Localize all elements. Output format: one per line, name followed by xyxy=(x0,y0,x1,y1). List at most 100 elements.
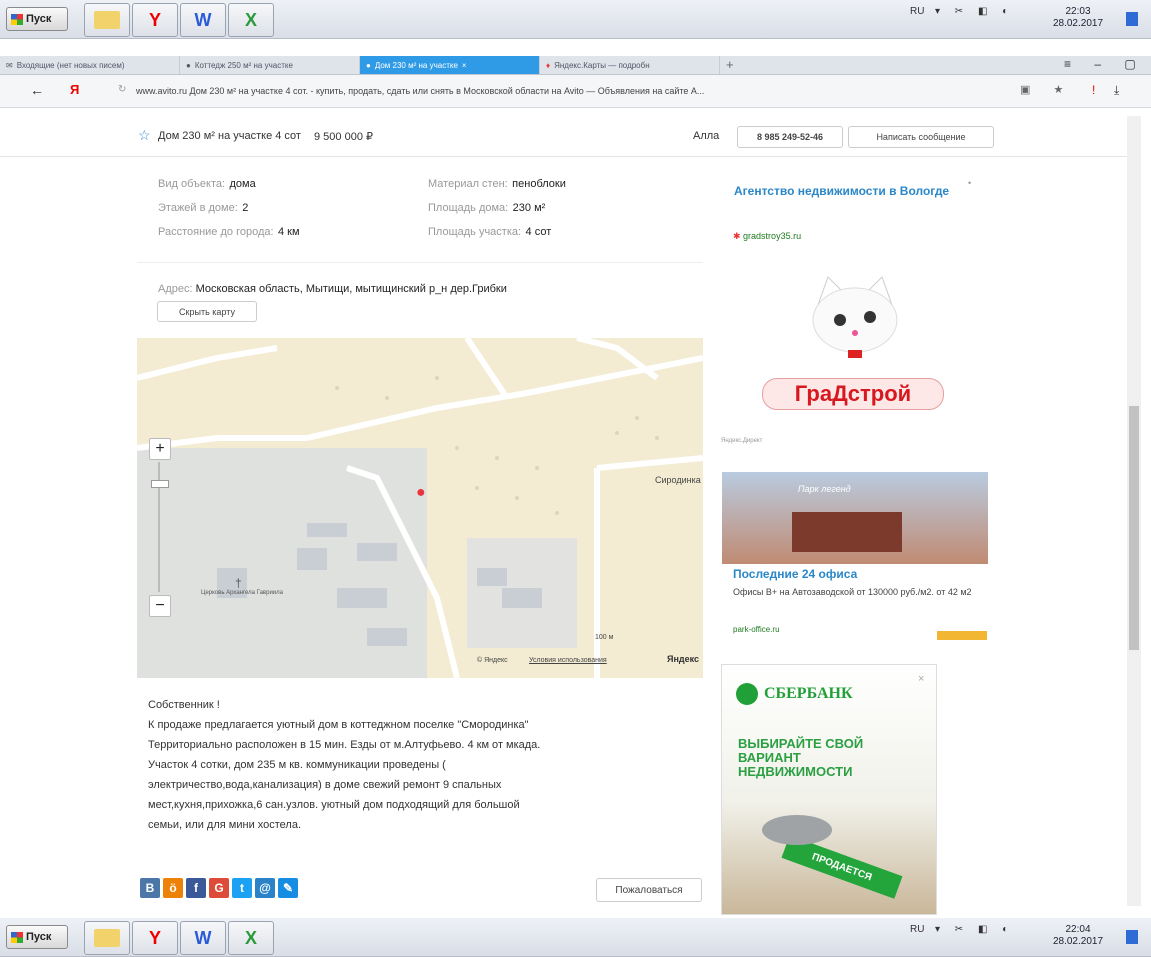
show-phone-button[interactable]: 8 985 249-52-46 xyxy=(737,126,843,148)
ad-header: ☆ Дом 230 м² на участке 4 сот 9 500 000 … xyxy=(0,116,1133,157)
tray-icons[interactable]: ▾ ✂ ◧ ◐ xyxy=(935,6,1015,17)
gradstroy-logo[interactable]: ГраДстрой xyxy=(762,378,944,410)
param-walls: Материал стен: пеноблоки xyxy=(428,178,566,190)
yandex-browser-icon[interactable]: Y xyxy=(132,3,178,37)
agency-ad-domain[interactable]: ✱ gradstroy35.ru xyxy=(733,231,801,242)
clock[interactable]: 22:03 28.02.2017 xyxy=(1048,6,1108,30)
tab-bar: ✉ Входящие (нет новых писем) ● Коттедж 250… xyxy=(0,56,1151,85)
bookmark-icon[interactable]: ! xyxy=(1092,83,1095,97)
zoom-slider-handle[interactable] xyxy=(151,480,169,488)
clock[interactable]: 22:04 28.02.2017 xyxy=(1048,924,1108,948)
office-banner-text: Парк легенд xyxy=(798,484,851,494)
building-shape xyxy=(792,512,902,552)
back-button[interactable]: ← xyxy=(30,82,44,98)
show-desktop-icon[interactable] xyxy=(1126,930,1138,944)
download-icon[interactable]: ⤓ xyxy=(1114,83,1119,98)
tab-close-icon[interactable]: × xyxy=(462,61,467,70)
map-pin-icon: ♦ xyxy=(546,60,551,70)
map[interactable]: + − ● Сиродинка † Церковь Архангела Гавр… xyxy=(137,338,703,678)
word-app-icon[interactable]: W xyxy=(180,3,226,37)
cat-mascot-image[interactable] xyxy=(800,275,910,360)
excel-app-icon[interactable]: X xyxy=(228,921,274,955)
param-floors: Этажей в доме: 2 xyxy=(158,202,249,214)
excel-app-icon[interactable]: X xyxy=(228,3,274,37)
sberbank-logo-icon xyxy=(736,683,758,705)
address-bar: ← Я ↻ www.avito.ru Дом 230 м² на участке… xyxy=(0,75,1151,108)
tab-house[interactable]: ● Дом 230 м² на участке × xyxy=(360,56,540,74)
param-plot-area: Площадь участка: 4 сот xyxy=(428,226,552,238)
language-indicator[interactable]: RU xyxy=(910,924,924,935)
folder-app-icon[interactable] xyxy=(84,921,130,955)
ad-title: Дом 230 м² на участке 4 сот xyxy=(158,130,301,142)
url-field[interactable]: www.avito.ru Дом 230 м² на участке 4 сот… xyxy=(136,86,704,96)
avito-icon: ● xyxy=(366,60,371,70)
ad-badge xyxy=(937,631,987,640)
scrollbar[interactable] xyxy=(1127,116,1141,906)
map-canvas xyxy=(137,338,703,678)
zoom-out-button[interactable]: − xyxy=(149,595,171,617)
mail-share-icon[interactable]: @ xyxy=(255,878,275,898)
yandex-direct-label: Яндекс.Директ xyxy=(721,438,763,444)
scrollbar-thumb[interactable] xyxy=(1129,406,1139,650)
windows-flag-icon xyxy=(11,13,23,25)
language-indicator[interactable]: RU xyxy=(910,6,924,17)
map-attribution: © Яндекс xyxy=(477,657,508,664)
hide-map-button[interactable]: Скрыть карту xyxy=(157,301,257,322)
yandex-logo-icon[interactable]: Я xyxy=(70,82,79,97)
church-icon: † xyxy=(235,576,242,590)
tray-icons[interactable]: ▾ ✂ ◧ ◐ xyxy=(935,924,1015,935)
param-distance: Расстояние до города: 4 км xyxy=(158,226,300,238)
map-place-label: Сиродинка xyxy=(655,475,701,485)
church-label: Церковь Архангела Гавриила xyxy=(201,590,283,596)
avito-icon: ● xyxy=(186,60,191,70)
tab-yandex-maps[interactable]: ♦ Яндекс.Карты — подробн xyxy=(540,56,720,74)
tab-mail[interactable]: ✉ Входящие (нет новых писем) xyxy=(0,56,180,74)
ad-price: 9 500 000 ₽ xyxy=(314,131,373,143)
ad-close-icon[interactable]: × xyxy=(918,673,924,685)
office-ad-text: Офисы В+ на Автозаводской от 130000 руб.… xyxy=(733,587,972,597)
write-message-button[interactable]: Написать сообщение xyxy=(848,126,994,148)
address-row: Адрес: Московская область, Мытищи, мытищ… xyxy=(158,283,507,295)
ad-menu-icon[interactable]: • xyxy=(968,178,971,188)
bottom-taskbar: Пуск Y W X RU ▾ ✂ ◧ ◐ 22:04 28.02.2017 xyxy=(0,918,1151,957)
param-house-area: Площадь дома: 230 м² xyxy=(428,202,546,214)
reload-icon[interactable]: ↻ xyxy=(118,84,126,95)
office-ad-image[interactable]: Парк легенд xyxy=(722,472,988,564)
word-app-icon[interactable]: W xyxy=(180,921,226,955)
twitter-share-icon[interactable]: t xyxy=(232,878,252,898)
start-button-bottom[interactable]: Пуск xyxy=(6,925,68,949)
top-taskbar: Пуск Y W X RU ▾ ✂ ◧ ◐ 22:03 28.02.2017 xyxy=(0,0,1151,39)
facebook-share-icon[interactable]: f xyxy=(186,878,206,898)
toolbar-icons[interactable]: ▣ ★ xyxy=(1020,83,1073,96)
map-terms-link[interactable]: Условия использования xyxy=(529,657,607,664)
start-button[interactable]: Пуск xyxy=(6,7,68,31)
description: Собственник ! К продаже предлагается уют… xyxy=(148,699,541,831)
show-desktop-icon[interactable] xyxy=(1126,12,1138,26)
zoom-in-button[interactable]: + xyxy=(149,438,171,460)
divider xyxy=(137,262,703,263)
lj-share-icon[interactable]: ✎ xyxy=(278,878,298,898)
sberbank-ad[interactable]: СБЕРБАНК × ВЫБИРАЙТЕ СВОЙ ВАРИАНТ НЕДВИЖ… xyxy=(721,664,937,915)
map-logo[interactable]: Яндекс xyxy=(667,654,699,664)
agency-ad-title[interactable]: Агентство недвижимости в Вологде xyxy=(734,184,954,199)
ok-share-icon[interactable]: ö xyxy=(163,878,183,898)
office-ad-domain[interactable]: park-office.ru xyxy=(733,625,780,634)
mail-icon: ✉ xyxy=(6,60,13,70)
seller-name[interactable]: Алла xyxy=(693,130,719,142)
new-tab-button[interactable]: + xyxy=(726,57,734,72)
windows-flag-icon xyxy=(11,931,23,943)
map-scale: 100 м xyxy=(595,634,614,641)
map-pin-icon[interactable]: ● xyxy=(416,484,426,502)
office-ad-title[interactable]: Последние 24 офиса xyxy=(733,567,857,581)
tab-cottage[interactable]: ● Коттедж 250 м² на участке xyxy=(180,56,360,74)
ad-pin-icon: ✱ xyxy=(733,231,744,241)
complain-button[interactable]: Пожаловаться xyxy=(596,878,702,902)
folder-app-icon[interactable] xyxy=(84,3,130,37)
favorite-star-icon[interactable]: ☆ xyxy=(138,127,151,144)
keys-image xyxy=(762,815,832,845)
yandex-browser-icon[interactable]: Y xyxy=(132,921,178,955)
sberbank-name: СБЕРБАНК xyxy=(764,685,853,702)
vk-share-icon[interactable]: B xyxy=(140,878,160,898)
google-plus-share-icon[interactable]: G xyxy=(209,878,229,898)
sberbank-slogan: ВЫБИРАЙТЕ СВОЙ ВАРИАНТ НЕДВИЖИМОСТИ xyxy=(738,736,864,779)
